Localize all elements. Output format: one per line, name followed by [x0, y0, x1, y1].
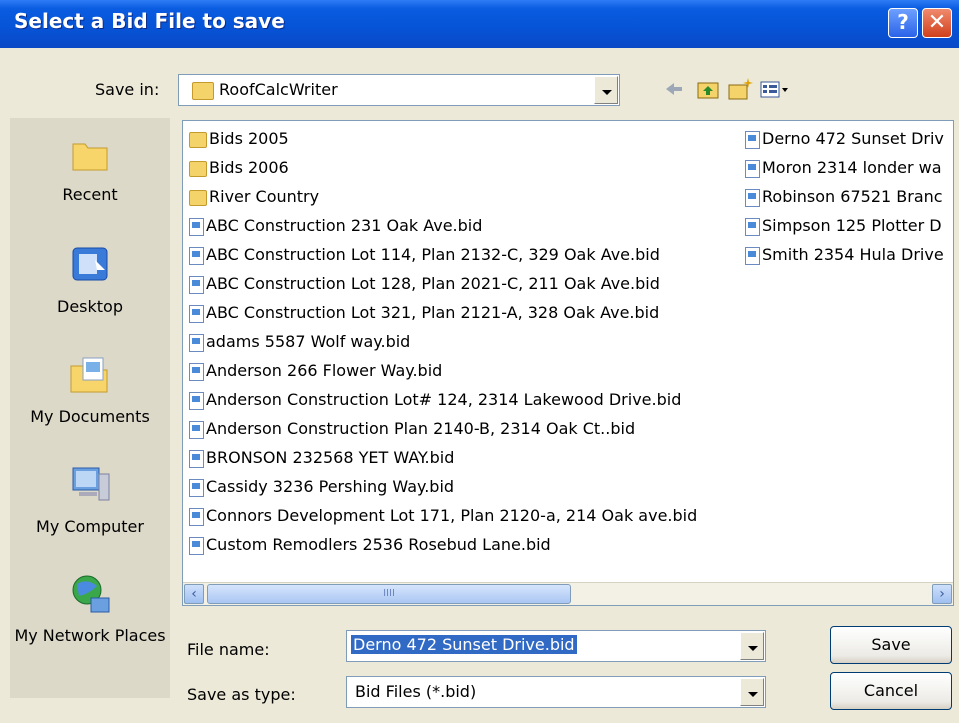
bid-file-icon	[189, 304, 204, 323]
list-item[interactable]: River Country	[189, 185, 729, 209]
save-type-value: Bid Files (*.bid)	[355, 682, 477, 701]
file-name-field[interactable]: Derno 472 Sunset Drive.bid	[346, 630, 766, 662]
list-item[interactable]: ABC Construction Lot 128, Plan 2021-C, 2…	[189, 272, 729, 296]
my-documents-icon	[70, 357, 108, 393]
chevron-down-icon[interactable]	[740, 678, 764, 706]
list-item[interactable]: Anderson Construction Plan 2140-B, 2314 …	[189, 417, 729, 441]
bid-file-icon	[745, 159, 760, 178]
bid-file-icon	[189, 217, 204, 236]
up-folder-icon[interactable]	[694, 76, 722, 102]
bid-file-icon	[745, 130, 760, 149]
bid-file-icon	[189, 507, 204, 526]
bid-file-icon	[189, 536, 204, 555]
chevron-left-icon: ‹	[191, 586, 197, 602]
folder-icon	[192, 82, 214, 100]
save-in-label: Save in:	[95, 80, 160, 99]
list-item[interactable]: Moron 2314 londer wa	[745, 156, 953, 180]
back-arrow-icon[interactable]	[660, 76, 688, 102]
help-icon: ?	[897, 10, 909, 34]
chevron-down-icon[interactable]	[594, 76, 618, 104]
my-computer-icon	[72, 467, 110, 501]
file-name-value: Derno 472 Sunset Drive.bid	[351, 635, 577, 654]
save-type-label: Save as type:	[187, 685, 296, 704]
scroll-thumb[interactable]: IIII	[207, 584, 571, 604]
list-item[interactable]: BRONSON 232568 YET WAY.bid	[189, 446, 729, 470]
bid-file-icon	[189, 478, 204, 497]
place-label: Desktop	[57, 297, 123, 316]
list-item[interactable]: adams 5587 Wolf way.bid	[189, 330, 729, 354]
bid-file-icon	[189, 362, 204, 381]
save-in-dropdown[interactable]: RoofCalcWriter	[178, 74, 620, 106]
place-label: Recent	[62, 185, 118, 204]
chevron-right-icon: ›	[939, 586, 945, 602]
scroll-left-button[interactable]: ‹	[184, 584, 204, 604]
place-label: My Computer	[36, 517, 144, 536]
bid-file-icon	[189, 420, 204, 439]
list-item[interactable]: Anderson 266 Flower Way.bid	[189, 359, 729, 383]
save-in-value: RoofCalcWriter	[219, 80, 338, 99]
recent-folder-icon	[72, 143, 108, 171]
bid-file-icon	[189, 275, 204, 294]
title-bar: Select a Bid File to save ? ✕	[0, 0, 959, 48]
chevron-down-icon[interactable]	[740, 632, 764, 660]
new-folder-icon[interactable]	[726, 76, 754, 102]
scroll-right-button[interactable]: ›	[932, 584, 952, 604]
place-label: My Network Places	[14, 626, 166, 645]
bid-file-icon	[189, 333, 204, 352]
close-button[interactable]: ✕	[922, 8, 952, 38]
list-item[interactable]: Custom Remodlers 2536 Rosebud Lane.bid	[189, 533, 729, 557]
window-title: Select a Bid File to save	[14, 9, 285, 33]
network-places-icon	[72, 575, 110, 613]
bid-file-icon	[189, 391, 204, 410]
list-item[interactable]: Simpson 125 Plotter D	[745, 214, 953, 238]
list-item[interactable]: ABC Construction 231 Oak Ave.bid	[189, 214, 729, 238]
views-menu-icon[interactable]	[758, 76, 792, 102]
cancel-button[interactable]: Cancel	[830, 672, 952, 710]
bid-file-icon	[189, 246, 204, 265]
help-button[interactable]: ?	[888, 8, 918, 38]
scroll-thumb-grip: IIII	[383, 588, 395, 599]
list-item[interactable]: ABC Construction Lot 321, Plan 2121-A, 3…	[189, 301, 729, 325]
file-list[interactable]: Bids 2005 Bids 2006 River Country ABC Co…	[182, 120, 954, 606]
list-item[interactable]: Bids 2005	[189, 127, 729, 151]
list-item[interactable]: Smith 2354 Hula Drive	[745, 243, 953, 267]
close-icon: ✕	[927, 10, 947, 35]
bid-file-icon	[745, 246, 760, 265]
list-item[interactable]: Anderson Construction Lot# 124, 2314 Lak…	[189, 388, 729, 412]
horizontal-scrollbar[interactable]: ‹ IIII ›	[183, 582, 953, 605]
list-item[interactable]: Robinson 67521 Branc	[745, 185, 953, 209]
list-item[interactable]: Derno 472 Sunset Driv	[745, 127, 953, 151]
bid-file-icon	[189, 449, 204, 468]
place-label: My Documents	[30, 407, 150, 426]
folder-icon	[189, 160, 207, 177]
list-item[interactable]: Bids 2006	[189, 156, 729, 180]
folder-icon	[189, 131, 207, 148]
desktop-icon	[72, 247, 108, 281]
folder-icon	[189, 189, 207, 206]
bid-file-icon	[745, 217, 760, 236]
save-type-dropdown[interactable]: Bid Files (*.bid)	[346, 676, 766, 708]
bid-file-icon	[745, 188, 760, 207]
file-name-label: File name:	[187, 640, 270, 659]
list-item[interactable]: Connors Development Lot 171, Plan 2120-a…	[189, 504, 729, 528]
save-button[interactable]: Save	[830, 626, 952, 664]
list-item[interactable]: ABC Construction Lot 114, Plan 2132-C, 3…	[189, 243, 729, 267]
places-bar: Recent Desktop My Documents My Computer …	[10, 118, 170, 698]
list-item[interactable]: Cassidy 3236 Pershing Way.bid	[189, 475, 729, 499]
